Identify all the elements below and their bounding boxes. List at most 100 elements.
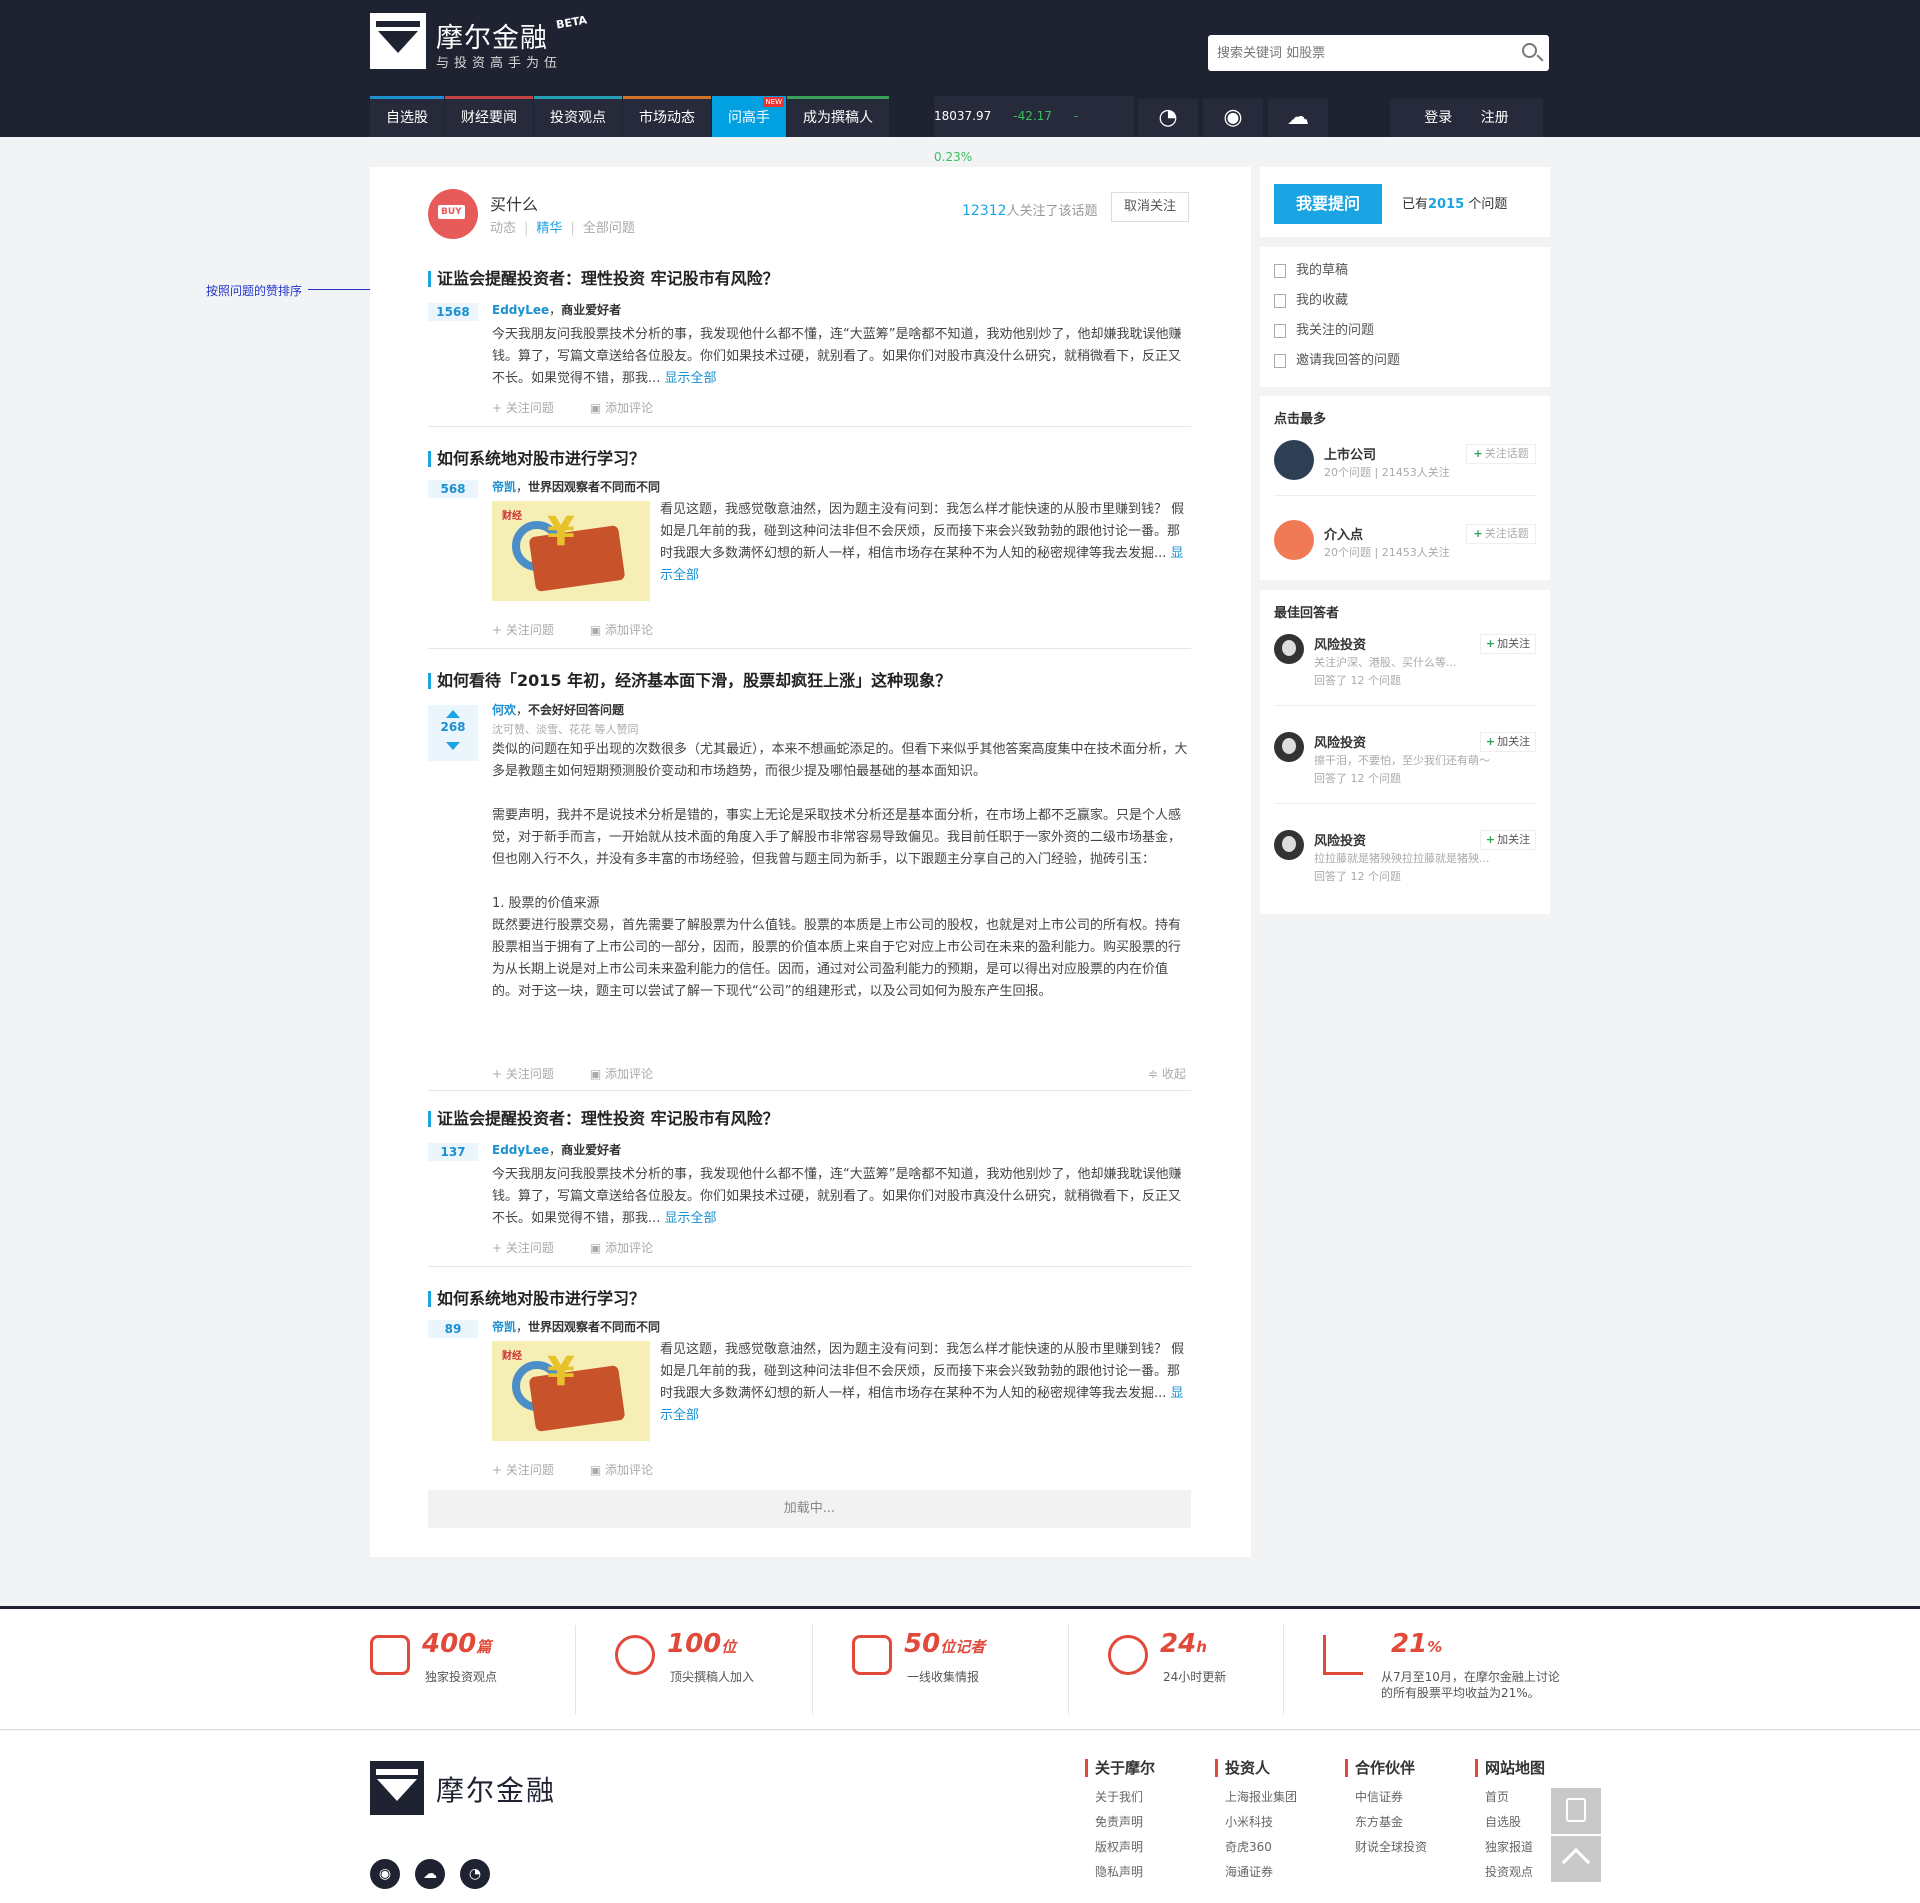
nav-item-watchlist[interactable]: 自选股: [370, 96, 444, 137]
topic-name[interactable]: 介入点: [1324, 524, 1363, 543]
collapse-button[interactable]: ≑ 收起: [1148, 1065, 1204, 1082]
upvote-icon[interactable]: [446, 710, 460, 718]
follow-user-button[interactable]: 加关注: [1480, 830, 1536, 850]
footer-link[interactable]: 首页: [1485, 1785, 1545, 1810]
my-drafts-link[interactable]: 我的草稿: [1274, 259, 1348, 278]
follow-user-button[interactable]: 加关注: [1480, 634, 1536, 654]
my-invites-link[interactable]: 邀请我回答的问题: [1274, 349, 1400, 368]
footer-link[interactable]: 免责声明: [1095, 1810, 1205, 1835]
footer-link[interactable]: 上海报业集团: [1225, 1785, 1335, 1810]
tab-all-questions[interactable]: 全部问题: [583, 221, 635, 236]
rss-icon[interactable]: ◔: [460, 1859, 490, 1889]
show-all-link[interactable]: 显示全部: [665, 1211, 717, 1226]
follow-question-button[interactable]: + 关注问题: [492, 1463, 572, 1477]
wechat-icon[interactable]: ☁: [1268, 99, 1328, 137]
author-link[interactable]: 帝凯: [492, 1320, 516, 1334]
vote-count[interactable]: 137: [428, 1143, 478, 1161]
footer-link[interactable]: 财说全球投资: [1355, 1835, 1465, 1860]
main-nav: 自选股 财经要闻 投资观点 市场动态 问高手 NEW 成为撰稿人: [370, 96, 890, 137]
footer-link[interactable]: 独家报道: [1485, 1835, 1545, 1860]
answer-thumbnail[interactable]: 财经 ¥: [492, 1341, 650, 1441]
answerer-name[interactable]: 风险投资: [1314, 634, 1366, 653]
show-all-link[interactable]: 显示全部: [665, 371, 717, 386]
footer-logo-icon[interactable]: [370, 1761, 424, 1815]
question-title[interactable]: 证监会提醒投资者：理性投资 牢记股市有风险？: [428, 271, 779, 287]
footer-link[interactable]: 自选股: [1485, 1810, 1545, 1835]
vote-count[interactable]: 568: [428, 480, 478, 498]
footer-link[interactable]: 中信证券: [1355, 1785, 1465, 1810]
footer-link[interactable]: 海通证券: [1225, 1860, 1335, 1885]
add-comment-button[interactable]: ▣ 添加评论: [590, 623, 671, 637]
author-link[interactable]: 何欢: [492, 703, 516, 717]
add-comment-button[interactable]: ▣ 添加评论: [590, 401, 671, 415]
footer-link[interactable]: 东方基金: [1355, 1810, 1465, 1835]
question-title[interactable]: 证监会提醒投资者：理性投资 牢记股市有风险？: [428, 1111, 779, 1127]
chevron-up-icon: [1561, 1847, 1591, 1877]
loading-indicator[interactable]: 加载中...: [428, 1490, 1191, 1528]
answer-author: EddyLee，商业爱好者: [492, 1143, 622, 1157]
footer-link[interactable]: 版权声明: [1095, 1835, 1205, 1860]
nav-item-market[interactable]: 市场动态: [623, 96, 711, 137]
site-header: 摩尔金融 BETA 与投资高手为伍 自选股 财经要闻 投资观点 市场动态 问高手…: [0, 0, 1920, 164]
vote-count[interactable]: 1568: [428, 303, 478, 321]
weibo-icon[interactable]: ◉: [370, 1859, 400, 1889]
likers[interactable]: 沈可赞、淡雪、花花 等人赞同: [492, 721, 639, 737]
wechat-icon[interactable]: ☁: [415, 1859, 445, 1889]
brand-name[interactable]: 摩尔金融: [436, 16, 548, 55]
feedback-button[interactable]: [1551, 1788, 1601, 1834]
author-link[interactable]: 帝凯: [492, 480, 516, 494]
question-title[interactable]: 如何系统地对股市进行学习？: [428, 1291, 645, 1307]
answer-thumbnail[interactable]: 财经 ¥: [492, 501, 650, 601]
answerer-name[interactable]: 风险投资: [1314, 830, 1366, 849]
back-to-top-button[interactable]: [1551, 1836, 1601, 1882]
login-link[interactable]: 登录: [1424, 99, 1452, 137]
add-comment-button[interactable]: ▣ 添加评论: [590, 1241, 671, 1255]
nav-item-become-writer[interactable]: 成为撰稿人: [787, 96, 889, 137]
nav-label: 问高手: [728, 110, 770, 126]
search-icon[interactable]: [1522, 43, 1537, 58]
question-title[interactable]: 如何看待「2015 年初，经济基本面下滑，股票却疯狂上涨」这种现象？: [428, 673, 951, 689]
vote-count[interactable]: 89: [428, 1320, 478, 1338]
index-ticker[interactable]: 18037.97 -42.17 -0.23%: [934, 96, 1134, 164]
footer-link[interactable]: 小米科技: [1225, 1810, 1335, 1835]
follow-topic-button[interactable]: 关注话题: [1466, 524, 1536, 544]
tab-featured[interactable]: 精华: [536, 221, 562, 236]
downvote-icon[interactable]: [446, 742, 460, 750]
add-comment-button[interactable]: ▣ 添加评论: [590, 1463, 671, 1477]
footer-link[interactable]: 关于我们: [1095, 1785, 1205, 1810]
globe-icon[interactable]: [1274, 440, 1314, 480]
answerer-name[interactable]: 风险投资: [1314, 732, 1366, 751]
add-comment-button[interactable]: ▣ 添加评论: [590, 1067, 671, 1081]
avatar[interactable]: [1274, 830, 1304, 860]
follow-question-button[interactable]: + 关注问题: [492, 401, 572, 415]
follow-user-button[interactable]: 加关注: [1480, 732, 1536, 752]
location-pin-icon[interactable]: [1274, 520, 1314, 560]
nav-item-ask-expert[interactable]: 问高手 NEW: [712, 96, 786, 137]
register-link[interactable]: 注册: [1481, 99, 1509, 137]
follow-question-button[interactable]: + 关注问题: [492, 623, 572, 637]
topic-name[interactable]: 上市公司: [1324, 444, 1376, 463]
nav-item-views[interactable]: 投资观点: [534, 96, 622, 137]
logo-icon[interactable]: [370, 13, 426, 69]
avatar[interactable]: [1274, 732, 1304, 762]
follow-question-button[interactable]: + 关注问题: [492, 1067, 572, 1081]
rss-icon[interactable]: ◔: [1138, 99, 1198, 137]
tab-activity[interactable]: 动态: [490, 221, 516, 236]
new-badge: NEW: [763, 97, 784, 107]
nav-item-news[interactable]: 财经要闻: [445, 96, 533, 137]
unfollow-button[interactable]: 取消关注: [1111, 192, 1189, 222]
author-link[interactable]: EddyLee: [492, 1143, 549, 1157]
ask-question-button[interactable]: 我要提问: [1274, 184, 1382, 224]
my-followed-link[interactable]: 我关注的问题: [1274, 319, 1374, 338]
footer-link[interactable]: 隐私声明: [1095, 1860, 1205, 1885]
footer-link[interactable]: 投资观点: [1485, 1860, 1545, 1885]
my-favorites-link[interactable]: 我的收藏: [1274, 289, 1348, 308]
weibo-icon[interactable]: ◉: [1203, 99, 1263, 137]
author-link[interactable]: EddyLee: [492, 303, 549, 317]
avatar[interactable]: [1274, 634, 1304, 664]
follow-question-button[interactable]: + 关注问题: [492, 1241, 572, 1255]
footer-link[interactable]: 奇虎360: [1225, 1835, 1335, 1860]
search-input[interactable]: [1208, 35, 1498, 71]
follow-topic-button[interactable]: 关注话题: [1466, 444, 1536, 464]
question-title[interactable]: 如何系统地对股市进行学习？: [428, 451, 645, 467]
